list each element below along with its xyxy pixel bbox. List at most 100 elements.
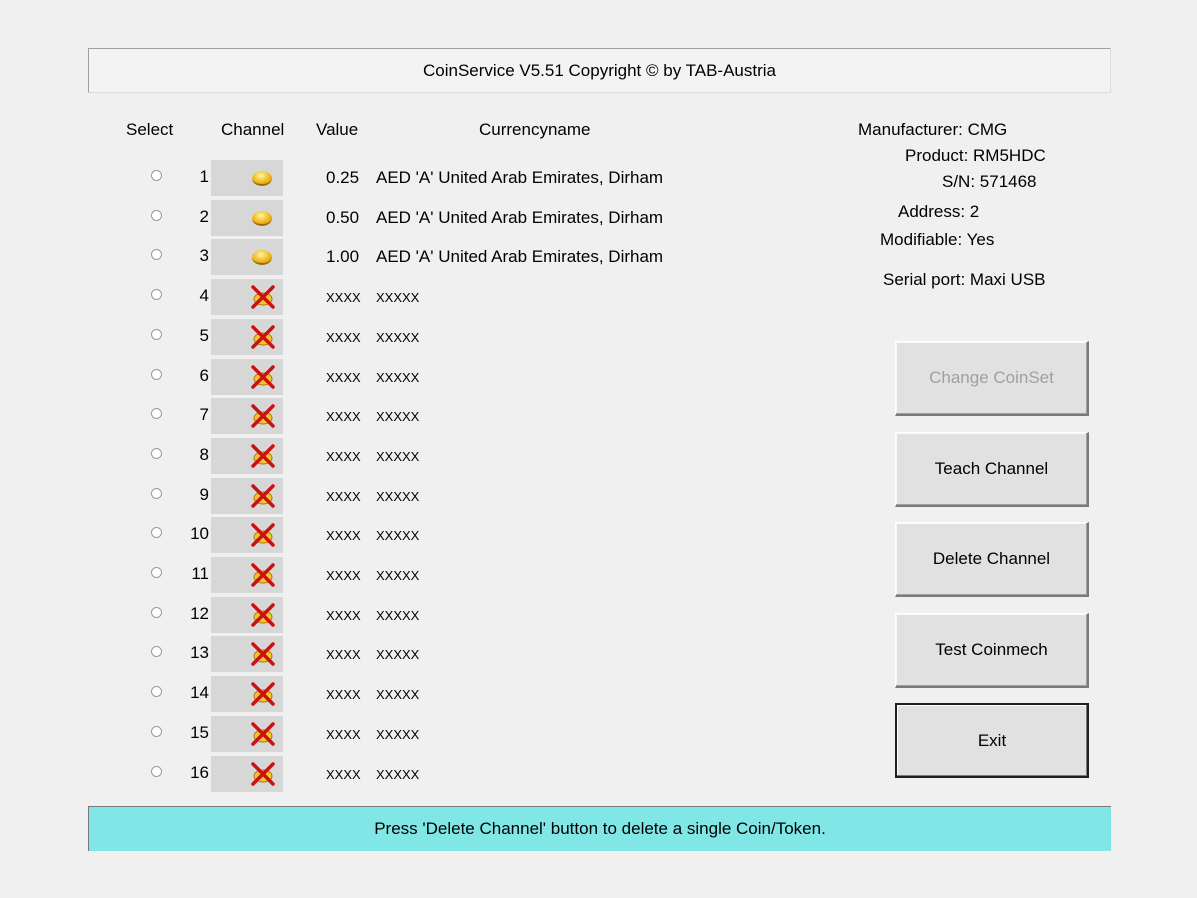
teach-channel-button[interactable]: Teach Channel — [895, 432, 1089, 507]
select-radio[interactable] — [151, 487, 162, 499]
channel-icon-cell — [211, 239, 283, 276]
channel-number: 15 — [190, 722, 209, 742]
channel-number: 10 — [190, 524, 209, 544]
channel-value: XXXX — [326, 488, 361, 504]
channel-value: XXXX — [326, 726, 361, 742]
channel-currency: AED 'A' United Arab Emirates, Dirham — [376, 207, 664, 227]
column-header-currencyname: Currencyname — [479, 120, 591, 139]
channel-value: XXXX — [326, 329, 361, 345]
channel-row: 16 XXXX XXXXX — [0, 755, 760, 792]
select-radio[interactable] — [151, 606, 162, 618]
channel-number: 6 — [199, 365, 209, 385]
channel-number: 7 — [199, 405, 209, 425]
cross-icon — [251, 722, 275, 746]
channel-value: XXXX — [326, 369, 361, 385]
select-radio[interactable] — [151, 646, 162, 658]
status-message: Press 'Delete Channel' button to delete … — [374, 819, 826, 838]
cross-icon — [251, 523, 275, 548]
channel-number: 14 — [190, 683, 209, 703]
delete-channel-button[interactable]: Delete Channel — [895, 522, 1089, 597]
exit-button[interactable]: Exit — [895, 703, 1089, 778]
test-coinmech-button[interactable]: Test Coinmech — [895, 613, 1089, 688]
channel-row: 8 XXXX XXXXX — [0, 437, 760, 474]
select-radio[interactable] — [151, 328, 162, 340]
channel-row: 6 XXXX XXXXX — [0, 358, 760, 395]
channel-value: XXXX — [326, 766, 361, 782]
channel-value: XXXX — [326, 568, 361, 583]
channel-currency: XXXXX — [376, 647, 420, 663]
channel-value: XXXX — [326, 647, 361, 663]
change-coinset-button[interactable]: Change CoinSet — [895, 341, 1089, 416]
select-radio[interactable] — [151, 686, 162, 698]
select-radio[interactable] — [151, 527, 162, 539]
channel-number: 11 — [191, 564, 209, 583]
channel-row: 5 XXXX XXXXX — [0, 318, 760, 355]
channel-number: 16 — [190, 762, 209, 782]
channel-currency: XXXXX — [376, 607, 420, 623]
channel-row: 2 0.50 AED 'A' United Arab Emirates, Dirha… — [0, 199, 760, 236]
channel-number: 3 — [199, 246, 209, 266]
channel-value: XXXX — [326, 448, 361, 464]
address-info: Address: 2 — [898, 202, 980, 221]
channel-currency: XXXXX — [376, 766, 420, 782]
cross-icon — [251, 483, 275, 508]
channel-number: 8 — [199, 444, 209, 464]
column-header-select: Select — [126, 120, 174, 139]
channel-value: XXXX — [326, 409, 361, 425]
channel-row: 10 XXXX XXXXX — [0, 517, 760, 554]
channel-currency: XXXXX — [376, 369, 420, 385]
coin-icon — [252, 210, 272, 226]
channel-value: XXXX — [326, 290, 361, 306]
select-radio[interactable] — [151, 209, 162, 221]
select-radio[interactable] — [151, 408, 162, 420]
cross-icon — [251, 682, 275, 706]
channel-currency: XXXXX — [376, 409, 420, 425]
select-radio[interactable] — [151, 725, 162, 737]
channel-number: 9 — [199, 484, 209, 504]
cross-icon — [251, 563, 275, 587]
channel-icon-cell — [211, 199, 283, 236]
cross-icon — [251, 444, 275, 468]
channel-currency: XXXXX — [376, 488, 420, 504]
channel-currency: AED 'A' United Arab Emirates, Dirham — [376, 247, 664, 267]
select-radio[interactable] — [151, 447, 162, 459]
channel-row: 7 XXXX XXXXX — [0, 398, 760, 435]
channel-number: 2 — [199, 206, 209, 226]
modifiable-info: Modifiable: Yes — [880, 230, 995, 249]
channel-number: 13 — [190, 643, 209, 663]
channel-currency: AED 'A' United Arab Emirates, Dirham — [376, 168, 664, 187]
column-header-channel: Channel — [221, 120, 285, 139]
channel-row: 13 XXXX XXXXX — [0, 636, 760, 673]
cross-icon — [251, 285, 275, 309]
select-radio[interactable] — [151, 249, 162, 261]
channel-number: 1 — [199, 167, 209, 186]
channel-currency: XXXXX — [376, 568, 420, 583]
manufacturer-info: Manufacturer: CMG — [858, 120, 1008, 139]
channel-currency: XXXXX — [376, 290, 420, 306]
channel-icon-cell — [211, 160, 283, 196]
product-info: Product: RM5HDC — [905, 146, 1046, 165]
channel-currency: XXXXX — [376, 726, 420, 742]
channel-value: XXXX — [326, 607, 361, 623]
channel-number: 12 — [190, 603, 209, 623]
cross-icon — [251, 364, 275, 389]
cross-icon — [251, 404, 275, 428]
select-radio[interactable] — [151, 170, 162, 181]
cross-icon — [251, 642, 275, 667]
select-radio[interactable] — [151, 368, 162, 380]
channel-currency: XXXXX — [376, 528, 420, 544]
select-radio[interactable] — [151, 765, 162, 777]
coin-icon — [252, 171, 272, 186]
channel-value: 1.00 — [326, 247, 360, 267]
channel-row: 14 XXXX XXXXX — [0, 676, 760, 713]
channel-currency: XXXXX — [376, 687, 420, 703]
select-radio[interactable] — [151, 289, 162, 301]
status-bar: Press 'Delete Channel' button to delete … — [88, 806, 1111, 851]
cross-icon — [251, 325, 275, 349]
channel-number: 4 — [199, 286, 209, 306]
channel-number: 5 — [199, 325, 209, 345]
select-radio[interactable] — [151, 567, 162, 578]
channel-value: XXXX — [326, 687, 361, 703]
channel-row: 11 XXXX XXXXX — [0, 557, 760, 593]
column-header-value: Value — [316, 120, 359, 139]
